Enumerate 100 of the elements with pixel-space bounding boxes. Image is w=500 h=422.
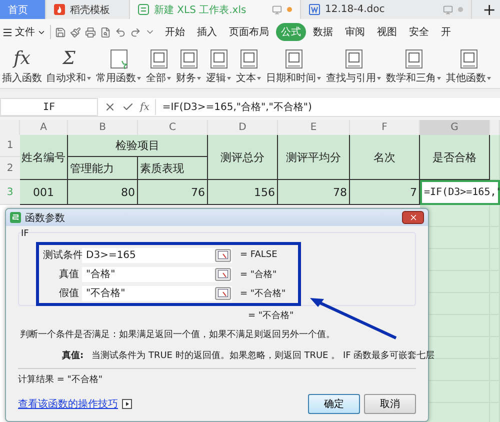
close-button[interactable] [402, 211, 424, 224]
ribbon-tab[interactable]: 视图 [372, 23, 402, 41]
table-cell: 78 [278, 180, 350, 205]
ribbon-button[interactable]: 插入函数 [2, 70, 42, 84]
argument-result: = "合格" [240, 268, 277, 280]
book-icon [210, 48, 228, 68]
ribbon-button[interactable]: 逻辑 [206, 70, 232, 84]
table-cell: 156 [208, 180, 278, 205]
range-select-button[interactable] [215, 268, 231, 280]
file-menu[interactable]: 文件 [2, 25, 51, 39]
function-book-icon [110, 48, 128, 68]
ribbon-button[interactable]: 全部 [146, 70, 172, 84]
column-header[interactable]: G [420, 120, 490, 135]
ribbon-button[interactable]: 文本 [236, 70, 262, 84]
redo-icon[interactable] [130, 26, 141, 38]
monitor-icon[interactable] [272, 4, 282, 14]
caret-icon [486, 74, 492, 80]
table-cell: 001 [20, 180, 68, 205]
header-cell: 是否合格 [420, 135, 490, 180]
ribbon-tab[interactable]: 审阅 [340, 23, 370, 41]
column-header[interactable]: A [20, 120, 68, 135]
header-cell: 测评总分 [208, 135, 278, 180]
help-link[interactable]: 查看该函数的操作技巧 [18, 397, 118, 411]
ribbon-button[interactable]: 常用函数 [96, 70, 142, 84]
ribbon-tab[interactable]: 页面布局 [224, 23, 274, 41]
preview-icon[interactable] [100, 26, 111, 38]
video-icon[interactable] [122, 399, 132, 409]
ribbon-button[interactable]: 财务 [176, 70, 202, 84]
header-cell: 管理能力 [68, 157, 138, 180]
sheet-cell [490, 135, 500, 180]
caret-icon [436, 74, 442, 80]
function-name: IF [21, 229, 29, 239]
book-icon [345, 48, 363, 68]
ribbon-button[interactable]: 数学和三角 [386, 70, 442, 84]
book-icon [240, 48, 258, 68]
header-cell: 姓名编号 [20, 135, 68, 180]
range-select-button[interactable] [215, 248, 231, 262]
column-header[interactable]: F [350, 120, 420, 135]
undo-icon[interactable] [115, 26, 126, 38]
argument-label: 真值 [58, 268, 79, 281]
caret-icon [316, 74, 322, 80]
monitor-icon[interactable] [443, 4, 453, 14]
header-cell: 素质表现 [138, 157, 208, 180]
caret-icon [376, 74, 382, 80]
close-icon[interactable] [408, 213, 418, 222]
header-cell: 检验项目 [68, 135, 208, 157]
argument-field[interactable]: "合格" [82, 266, 232, 282]
ok-button[interactable]: 确定 [308, 394, 360, 414]
ribbon-tab[interactable]: 安全 [404, 23, 434, 41]
menu-icon[interactable] [2, 26, 13, 38]
dialog-title: 函数参数 [25, 212, 65, 224]
column-header[interactable]: B [68, 120, 138, 135]
dot-icon [458, 7, 463, 12]
column-header[interactable]: C [138, 120, 208, 135]
ribbon-button[interactable]: 日期和时间 [266, 70, 322, 84]
book-icon [180, 48, 198, 68]
ribbon-button[interactable]: 自动求和 [46, 70, 92, 84]
cancel-icon[interactable] [104, 101, 116, 113]
parameter-name: 真值: [62, 349, 84, 362]
print-icon[interactable] [85, 26, 96, 38]
row-header[interactable]: 2 [0, 157, 20, 180]
flame-icon [54, 4, 65, 15]
table-cell: 80 [68, 180, 138, 205]
argument-label: 假值 [58, 287, 79, 300]
name-box[interactable]: IF [0, 98, 98, 116]
ribbon-tab[interactable]: 插入 [192, 23, 222, 41]
row-header[interactable]: 1 [0, 135, 20, 157]
sheet-cell [420, 205, 490, 227]
book-icon [150, 48, 168, 68]
argument-field[interactable]: D3>=165 [82, 248, 232, 262]
check-icon[interactable] [122, 101, 134, 113]
brush-icon[interactable] [70, 26, 81, 38]
function-icon: Σ [62, 48, 76, 68]
dot-icon [287, 7, 292, 12]
table-cell: 7 [350, 180, 420, 205]
argument-result: = FALSE [240, 250, 278, 260]
column-header[interactable]: E [278, 120, 350, 135]
caret-icon [256, 74, 262, 80]
ribbon-tab[interactable]: 数据 [308, 23, 338, 41]
book-icon [285, 48, 303, 68]
formula-field[interactable]: =IF(D3>=165,"合格","不合格") [155, 99, 500, 115]
range-select-button[interactable] [215, 286, 231, 300]
header-cell: 测评平均分 [278, 135, 350, 180]
caret-icon [136, 74, 142, 80]
document-icon [309, 4, 320, 15]
insert-function-button[interactable]: fx [140, 102, 150, 112]
ribbon-tab[interactable]: 开 [436, 23, 456, 41]
ribbon-button[interactable]: 其他函数 [446, 70, 492, 84]
save-icon[interactable] [55, 26, 66, 38]
argument-field[interactable]: "不合格" [82, 286, 232, 300]
sheet-cell [490, 205, 500, 227]
ribbon-button[interactable]: 查找与引用 [326, 70, 382, 84]
caret-icon [86, 74, 92, 80]
book-icon [405, 48, 423, 68]
cancel-button[interactable]: 取消 [364, 394, 416, 414]
header-cell: 名次 [350, 135, 420, 180]
new-tab-button[interactable]: + [478, 0, 500, 19]
spreadsheet-icon [138, 4, 149, 15]
column-header[interactable]: D [208, 120, 278, 135]
ribbon-tab[interactable]: 开始 [160, 23, 190, 41]
